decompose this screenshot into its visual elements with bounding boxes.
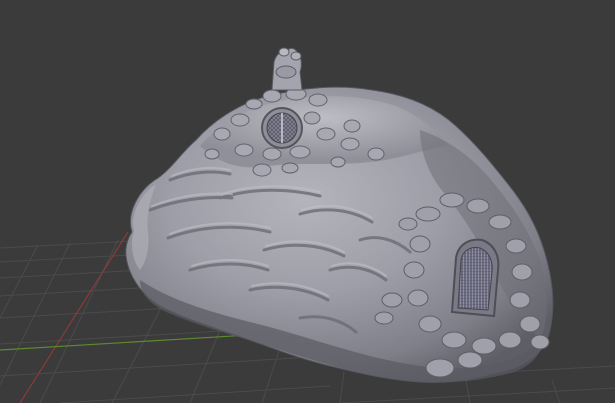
side-door-icon xyxy=(450,238,500,318)
viewport-canvas[interactable] xyxy=(0,0,615,403)
3d-viewport[interactable] xyxy=(0,0,615,403)
roof-window-icon xyxy=(261,107,303,149)
